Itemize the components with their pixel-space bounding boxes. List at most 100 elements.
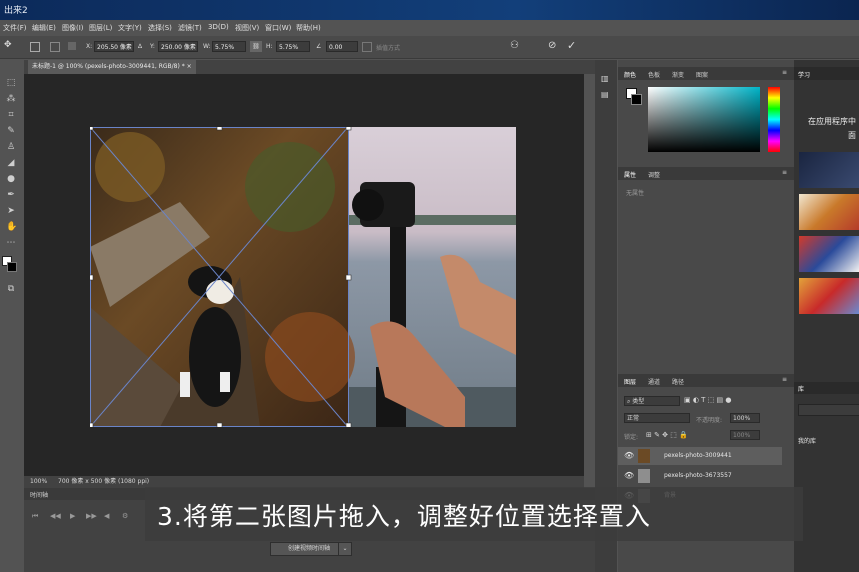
move-tool-icon[interactable]: ✥: [4, 40, 12, 50]
properties-icon[interactable]: ▤: [601, 90, 609, 99]
eyedropper-icon[interactable]: ✎: [6, 126, 16, 136]
magic-wand-icon[interactable]: ⁂: [6, 94, 16, 104]
pen-tool-icon[interactable]: ✒: [6, 190, 16, 200]
menu-type[interactable]: 文字(Y): [118, 23, 142, 33]
document-tab[interactable]: 未标题-1 @ 100% (pexels-photo-3009441, RGB/…: [28, 60, 196, 74]
tab-swatches[interactable]: 色板: [648, 70, 660, 79]
next-frame-icon[interactable]: ▶▶: [86, 512, 97, 520]
layer-name[interactable]: pexels-photo-3673557: [664, 467, 732, 485]
create-video-timeline-button[interactable]: 创建视频时间轴: [270, 542, 348, 556]
relative-position-icon[interactable]: [68, 42, 76, 50]
hue-slider[interactable]: [768, 87, 780, 152]
screen-mode-icon[interactable]: ⧉: [6, 284, 16, 294]
fill-field[interactable]: 100%: [730, 430, 760, 440]
width-field[interactable]: 5.75%: [212, 41, 246, 52]
bg-color-swatch[interactable]: [631, 94, 642, 105]
y-field[interactable]: 250.00 像素: [158, 41, 198, 52]
transform-handle[interactable]: [345, 422, 352, 427]
transform-handle[interactable]: [345, 127, 352, 131]
menu-file[interactable]: 文件(F): [3, 23, 27, 33]
menu-layer[interactable]: 图层(L): [89, 23, 112, 33]
x-label: X:: [86, 43, 93, 50]
layer-row[interactable]: 👁 pexels-photo-3673557: [618, 467, 782, 485]
tab-patterns[interactable]: 图案: [696, 70, 708, 79]
tutorial-thumbnail[interactable]: [799, 194, 859, 230]
lock-icons[interactable]: ⊞ ✎ ✥ ⬚ 🔒: [646, 431, 688, 439]
tab-learn[interactable]: 学习: [798, 70, 810, 79]
transform-handle[interactable]: [345, 274, 352, 281]
opacity-field[interactable]: 100%: [730, 413, 760, 423]
eraser-icon[interactable]: ◢: [6, 158, 16, 168]
audio-icon[interactable]: ◀: [104, 512, 109, 520]
chevron-down-icon[interactable]: ⌄: [338, 542, 352, 556]
warp-icon[interactable]: ⚇: [510, 40, 519, 51]
tutorial-thumbnail[interactable]: [799, 278, 859, 314]
zoom-level[interactable]: 100%: [30, 476, 47, 488]
reference-grid-icon[interactable]: [50, 42, 60, 52]
tab-color[interactable]: 颜色: [624, 70, 636, 79]
color-picker-field[interactable]: [648, 87, 760, 152]
height-field[interactable]: 5.75%: [276, 41, 310, 52]
tab-libraries[interactable]: 库: [798, 384, 804, 393]
menu-window[interactable]: 窗口(W): [265, 23, 291, 33]
menu-select[interactable]: 选择(S): [148, 23, 172, 33]
library-select[interactable]: 我的库: [798, 436, 816, 445]
play-icon[interactable]: ▶: [70, 512, 75, 520]
layer-row[interactable]: 👁 pexels-photo-3009441: [618, 447, 782, 465]
settings-icon[interactable]: ⚙: [122, 512, 128, 520]
blur-tool-icon[interactable]: ●: [6, 174, 16, 184]
menu-edit[interactable]: 编辑(E): [32, 23, 56, 33]
prev-frame-icon[interactable]: ◀◀: [50, 512, 61, 520]
cancel-transform-icon[interactable]: ⊘: [548, 40, 556, 51]
menu-image[interactable]: 图像(I): [62, 23, 84, 33]
stamp-tool-icon[interactable]: ♙: [6, 142, 16, 152]
layer-name[interactable]: pexels-photo-3009441: [664, 447, 732, 465]
library-search-input[interactable]: [798, 404, 859, 416]
transform-handle[interactable]: [90, 127, 94, 131]
tab-paths[interactable]: 路径: [672, 377, 684, 386]
hand-tool-icon[interactable]: ✋: [6, 222, 17, 232]
first-frame-icon[interactable]: ⏮: [32, 512, 38, 521]
transform-handle[interactable]: [90, 274, 94, 281]
tutorial-thumbnail[interactable]: [799, 152, 859, 188]
blend-mode-select[interactable]: 正常: [624, 413, 690, 423]
transform-handle[interactable]: [216, 127, 223, 131]
skew-icon[interactable]: [362, 42, 372, 52]
path-select-icon[interactable]: ➤: [6, 206, 16, 216]
menu-help[interactable]: 帮助(H): [296, 23, 321, 33]
link-icon[interactable]: ∆: [138, 43, 142, 50]
marquee-tool-icon[interactable]: ⬚: [6, 78, 16, 88]
menu-filter[interactable]: 滤镜(T): [178, 23, 202, 33]
panel-menu-icon[interactable]: ≡: [782, 69, 787, 76]
history-icon[interactable]: ▥: [601, 74, 609, 83]
visibility-eye-icon[interactable]: 👁: [624, 467, 634, 485]
search-icon: ⌕: [627, 398, 631, 405]
close-tab-icon[interactable]: ×: [187, 63, 192, 70]
background-color-swatch[interactable]: [7, 262, 17, 272]
menu-3d[interactable]: 3D(D): [208, 23, 229, 31]
tutorial-thumbnail[interactable]: [799, 236, 859, 272]
tab-properties[interactable]: 属性: [624, 170, 636, 179]
reference-point-icon[interactable]: [30, 42, 40, 52]
tab-adjustments[interactable]: 调整: [648, 170, 660, 179]
tab-layers[interactable]: 图层: [624, 377, 636, 386]
tab-channels[interactable]: 通道: [648, 377, 660, 386]
crop-tool-icon[interactable]: ⌗: [6, 110, 16, 120]
lock-ratio-icon[interactable]: ⛓: [250, 41, 262, 52]
x-field[interactable]: 205.50 像素: [94, 41, 134, 52]
more-tools-icon[interactable]: ⋯: [6, 238, 16, 248]
document-canvas[interactable]: [90, 127, 516, 427]
angle-field[interactable]: 0.00: [326, 41, 358, 52]
menu-view[interactable]: 视图(V): [235, 23, 259, 33]
interpolation-label[interactable]: 插值方式: [376, 43, 400, 52]
timeline-title[interactable]: 时间轴: [30, 490, 48, 499]
transform-handle[interactable]: [216, 422, 223, 427]
tab-gradients[interactable]: 渐变: [672, 70, 684, 79]
filter-icons[interactable]: ▣ ◐ T ⬚ ▤ ●: [684, 396, 731, 404]
layer-filter-input[interactable]: ⌕ 类型: [624, 396, 680, 406]
panel-menu-icon[interactable]: ≡: [782, 169, 787, 176]
commit-transform-icon[interactable]: ✓: [567, 39, 576, 52]
visibility-eye-icon[interactable]: 👁: [624, 447, 634, 465]
panel-menu-icon[interactable]: ≡: [782, 376, 787, 383]
transform-handle[interactable]: [90, 422, 94, 427]
